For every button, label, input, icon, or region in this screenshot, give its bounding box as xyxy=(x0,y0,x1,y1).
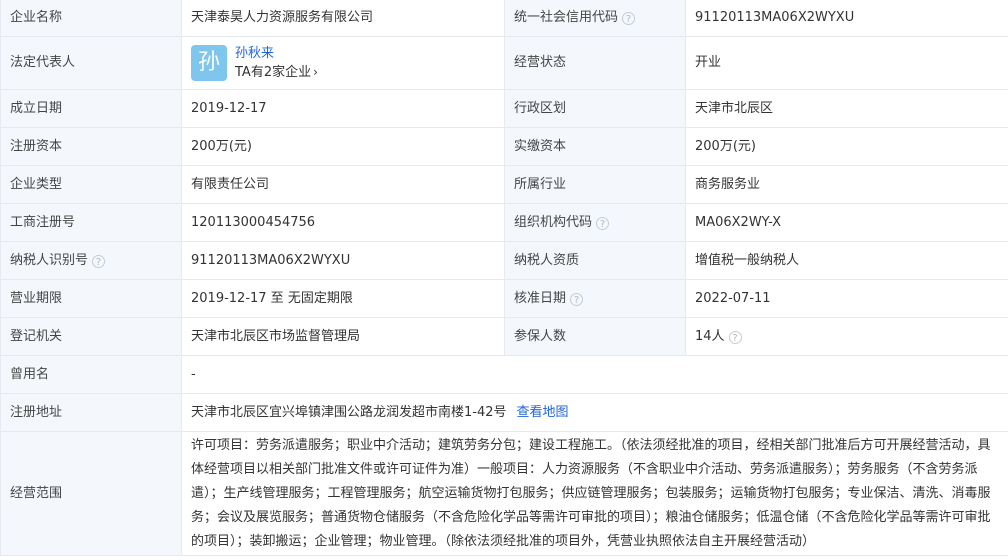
label-approval-date-text: 核准日期 xyxy=(514,290,567,306)
legal-rep-companies-link[interactable]: TA有2家企业 › xyxy=(235,63,318,82)
label-insured: 参保人数 xyxy=(504,317,686,356)
value-approval-date: 2022-07-11 xyxy=(685,279,1008,318)
company-info-table: 企业名称 天津泰昊人力资源服务有限公司 统一社会信用代码? 91120113MA… xyxy=(0,0,1008,556)
help-icon[interactable]: ? xyxy=(728,330,742,344)
label-region: 行政区划 xyxy=(504,89,686,128)
help-icon[interactable]: ? xyxy=(596,216,610,230)
table-row: 登记机关 天津市北辰区市场监督管理局 参保人数 14人? xyxy=(0,317,1008,356)
view-map-link[interactable]: 查看地图 xyxy=(517,405,569,420)
table-row: 成立日期 2019-12-17 行政区划 天津市北辰区 xyxy=(0,89,1008,128)
value-term: 2019-12-17 至 无固定期限 xyxy=(181,279,505,318)
label-scope: 经营范围 xyxy=(0,431,182,556)
value-address-text: 天津市北辰区宜兴埠镇津围公路龙润发超市南楼1-42号 xyxy=(191,404,507,420)
label-taxpayer-id-text: 纳税人识别号 xyxy=(10,252,89,268)
legal-rep-text: 孙秋来 TA有2家企业 › xyxy=(235,44,318,82)
label-credit-code-text: 统一社会信用代码 xyxy=(514,9,619,25)
value-credit-code: 91120113MA06X2WYXU xyxy=(685,0,1008,37)
label-company-type: 企业类型 xyxy=(0,165,182,204)
table-row: 注册资本 200万(元) 实缴资本 200万(元) xyxy=(0,127,1008,166)
help-icon[interactable]: ? xyxy=(570,292,584,306)
label-legal-rep: 法定代表人 xyxy=(0,36,182,90)
chevron-right-icon: › xyxy=(313,65,318,79)
value-insured-text: 14人 xyxy=(695,328,725,344)
value-taxpayer-id: 91120113MA06X2WYXU xyxy=(181,241,505,280)
avatar[interactable]: 孙 xyxy=(191,45,227,81)
label-industry: 所属行业 xyxy=(504,165,686,204)
label-term: 营业期限 xyxy=(0,279,182,318)
label-credit-code: 统一社会信用代码? xyxy=(504,0,686,37)
value-former-name: - xyxy=(181,355,1008,394)
value-reg-number: 120113000454756 xyxy=(181,203,505,242)
table-row: 经营范围 许可项目：劳务派遣服务；职业中介活动；建筑劳务分包；建设工程施工。（依… xyxy=(0,431,1008,556)
legal-rep-companies-text: TA有2家企业 xyxy=(235,65,312,80)
value-legal-rep: 孙 孙秋来 TA有2家企业 › xyxy=(181,36,505,90)
label-reg-capital: 注册资本 xyxy=(0,127,182,166)
value-taxpayer-qual: 增值税一般纳税人 xyxy=(685,241,1008,280)
label-taxpayer-id: 纳税人识别号? xyxy=(0,241,182,280)
label-former-name: 曾用名 xyxy=(0,355,182,394)
help-icon[interactable]: ? xyxy=(92,254,106,268)
value-industry: 商务服务业 xyxy=(685,165,1008,204)
label-status: 经营状态 xyxy=(504,36,686,90)
value-address: 天津市北辰区宜兴埠镇津围公路龙润发超市南楼1-42号 查看地图 xyxy=(181,393,1008,432)
label-reg-number: 工商注册号 xyxy=(0,203,182,242)
table-row: 注册地址 天津市北辰区宜兴埠镇津围公路龙润发超市南楼1-42号 查看地图 xyxy=(0,393,1008,432)
label-founded: 成立日期 xyxy=(0,89,182,128)
label-paid-capital: 实缴资本 xyxy=(504,127,686,166)
label-registrar: 登记机关 xyxy=(0,317,182,356)
label-taxpayer-qual: 纳税人资质 xyxy=(504,241,686,280)
table-row: 纳税人识别号? 91120113MA06X2WYXU 纳税人资质 增值税一般纳税… xyxy=(0,241,1008,280)
help-icon[interactable]: ? xyxy=(622,11,636,25)
value-scope: 许可项目：劳务派遣服务；职业中介活动；建筑劳务分包；建设工程施工。（依法须经批准… xyxy=(181,431,1008,556)
table-row: 法定代表人 孙 孙秋来 TA有2家企业 › 经营状态 开业 xyxy=(0,36,1008,90)
value-insured: 14人? xyxy=(685,317,1008,356)
value-region: 天津市北辰区 xyxy=(685,89,1008,128)
value-registrar: 天津市北辰区市场监督管理局 xyxy=(181,317,505,356)
value-company-type: 有限责任公司 xyxy=(181,165,505,204)
legal-rep-name-link[interactable]: 孙秋来 xyxy=(235,44,318,63)
label-org-code-text: 组织机构代码 xyxy=(514,214,593,230)
label-approval-date: 核准日期? xyxy=(504,279,686,318)
label-company-name: 企业名称 xyxy=(0,0,182,37)
value-company-name: 天津泰昊人力资源服务有限公司 xyxy=(181,0,505,37)
table-row: 企业名称 天津泰昊人力资源服务有限公司 统一社会信用代码? 91120113MA… xyxy=(0,0,1008,37)
legal-rep-block: 孙 孙秋来 TA有2家企业 › xyxy=(191,44,495,82)
value-reg-capital: 200万(元) xyxy=(181,127,505,166)
label-org-code: 组织机构代码? xyxy=(504,203,686,242)
value-founded: 2019-12-17 xyxy=(181,89,505,128)
table-row: 工商注册号 120113000454756 组织机构代码? MA06X2WY-X xyxy=(0,203,1008,242)
value-status: 开业 xyxy=(685,36,1008,90)
table-row: 营业期限 2019-12-17 至 无固定期限 核准日期? 2022-07-11 xyxy=(0,279,1008,318)
value-org-code: MA06X2WY-X xyxy=(685,203,1008,242)
label-address: 注册地址 xyxy=(0,393,182,432)
table-row: 企业类型 有限责任公司 所属行业 商务服务业 xyxy=(0,165,1008,204)
table-row: 曾用名 - xyxy=(0,355,1008,394)
value-paid-capital: 200万(元) xyxy=(685,127,1008,166)
